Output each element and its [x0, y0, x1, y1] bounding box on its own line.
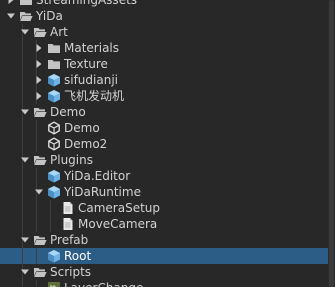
indent-guide — [22, 216, 23, 232]
tree-item-[interactable]: 飞机发动机 — [0, 88, 328, 104]
tree-item-label: Materials — [64, 41, 120, 55]
tree-item-demo[interactable]: Demo — [0, 120, 328, 136]
expand-arrow-down-icon[interactable] — [34, 184, 44, 200]
tree-item-label: StreamingAssets — [36, 0, 138, 7]
tree-item-yida[interactable]: YiDa — [0, 8, 328, 24]
indent-guide — [22, 40, 23, 56]
unity-scene-icon — [46, 136, 62, 152]
prefab-cube-icon — [46, 72, 62, 88]
vertical-scrollbar[interactable] — [328, 0, 335, 287]
tree-item-streamingassets[interactable]: StreamingAssets — [0, 0, 328, 8]
indent-guide — [22, 72, 23, 88]
tree-item-label: YiDaRuntime — [64, 185, 141, 199]
expand-arrow-right-icon[interactable] — [34, 72, 44, 88]
scrollbar-thumb[interactable] — [329, 0, 334, 287]
tree-item-label: Demo2 — [64, 137, 108, 151]
indent-guide — [50, 200, 51, 216]
indent-guide — [22, 120, 23, 136]
folder-icon — [18, 0, 34, 8]
tree-item-demo2[interactable]: Demo2 — [0, 136, 328, 152]
indent-guide — [36, 136, 37, 152]
folder-open-icon — [18, 8, 34, 24]
indent-guide — [36, 280, 37, 287]
tree-item-label: CameraSetup — [78, 201, 161, 215]
tree-item-label: Scripts — [50, 265, 92, 279]
tree-item-art[interactable]: Art — [0, 24, 328, 40]
tree-item-label: sifudianji — [64, 73, 118, 87]
tree-item-label: LayerChange — [64, 280, 143, 287]
expand-arrow-down-icon[interactable] — [20, 232, 30, 248]
tree-item-texture[interactable]: Texture — [0, 56, 328, 72]
prefab-cube-icon — [46, 248, 62, 264]
folder-icon — [46, 56, 62, 72]
folder-open-icon — [32, 104, 48, 120]
tree-item-movecamera[interactable]: MoveCamera — [0, 216, 328, 232]
tree-item-label: Demo — [64, 121, 100, 135]
tree-item-layerchange[interactable]: LayerChange — [0, 280, 328, 287]
expand-arrow-down-icon[interactable] — [20, 104, 30, 120]
tree-item-label: Plugins — [50, 153, 93, 167]
expand-arrow-down-icon[interactable] — [20, 264, 30, 280]
tree-item-camerasetup[interactable]: CameraSetup — [0, 200, 328, 216]
indent-guide — [22, 248, 23, 264]
tree-item-label: YiDa.Editor — [64, 169, 131, 183]
indent-guide — [22, 56, 23, 72]
expand-arrow-right-icon[interactable] — [34, 88, 44, 104]
expand-arrow-down-icon[interactable] — [6, 8, 16, 24]
tree-item-label: Demo — [50, 105, 86, 119]
tree-item-label: Texture — [64, 57, 108, 71]
csharp-script-icon — [46, 280, 62, 287]
tree-item-scripts[interactable]: Scripts — [0, 264, 328, 280]
script-file-icon — [60, 216, 76, 232]
tree-item-yida-editor[interactable]: YiDa.Editor — [0, 168, 328, 184]
indent-guide — [22, 88, 23, 104]
indent-guide — [22, 280, 23, 287]
indent-guide — [36, 168, 37, 184]
project-panel: StreamingAssets YiDa Art Materials Texture si… — [0, 0, 328, 287]
expand-arrow-down-icon[interactable] — [20, 24, 30, 40]
folder-open-icon — [32, 264, 48, 280]
indent-guide — [22, 200, 23, 216]
script-file-icon — [60, 200, 76, 216]
indent-guide — [22, 168, 23, 184]
tree-item-demo[interactable]: Demo — [0, 104, 328, 120]
tree-item-label: Prefab — [50, 233, 89, 247]
tree-item-label: YiDa — [36, 9, 63, 23]
tree-item-root[interactable]: Root — [0, 248, 328, 264]
unity-scene-icon — [46, 120, 62, 136]
expand-arrow-right-icon[interactable] — [34, 56, 44, 72]
tree-item-label: 飞机发动机 — [64, 89, 125, 103]
indent-guide — [22, 136, 23, 152]
indent-guide — [22, 184, 23, 200]
folder-open-icon — [32, 152, 48, 168]
tree-item-yidaruntime[interactable]: YiDaRuntime — [0, 184, 328, 200]
tree-item-prefab[interactable]: Prefab — [0, 232, 328, 248]
indent-guide — [36, 200, 37, 216]
tree-item-sifudianji[interactable]: sifudianji — [0, 72, 328, 88]
tree-item-label: MoveCamera — [78, 217, 158, 231]
indent-guide — [36, 216, 37, 232]
expand-arrow-right-icon[interactable] — [6, 0, 16, 8]
folder-open-icon — [32, 232, 48, 248]
expand-arrow-down-icon[interactable] — [20, 152, 30, 168]
prefab-cube-icon — [46, 184, 62, 200]
indent-guide — [36, 120, 37, 136]
assembly-definition-icon — [46, 168, 62, 184]
tree-item-label: Art — [50, 25, 68, 39]
prefab-cube-icon — [46, 88, 62, 104]
indent-guide — [50, 216, 51, 232]
tree-item-materials[interactable]: Materials — [0, 40, 328, 56]
expand-arrow-right-icon[interactable] — [34, 40, 44, 56]
tree-item-label: Root — [64, 249, 92, 263]
indent-guide — [36, 248, 37, 264]
tree-item-plugins[interactable]: Plugins — [0, 152, 328, 168]
folder-icon — [46, 40, 62, 56]
folder-open-icon — [32, 24, 48, 40]
